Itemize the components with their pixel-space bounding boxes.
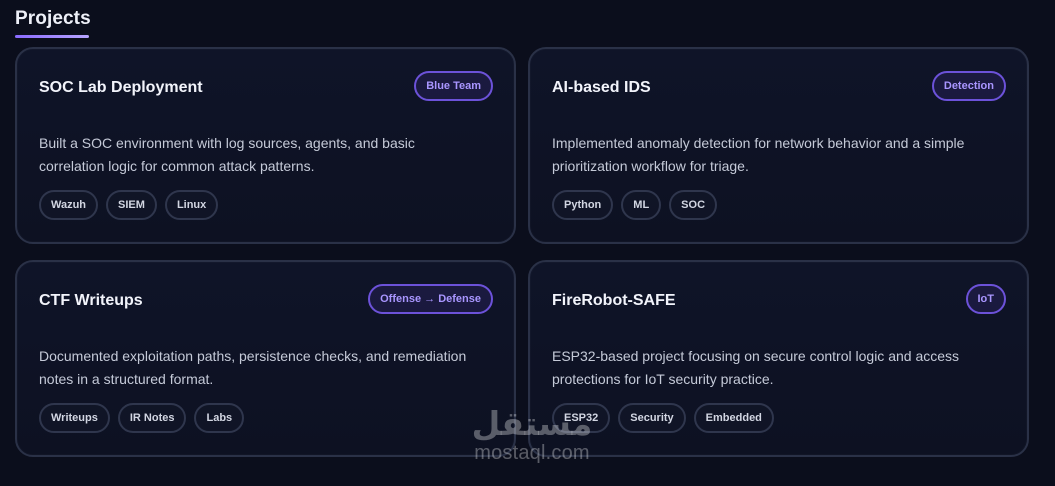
project-badge: Offense → Defense <box>368 284 493 314</box>
tag-writeups: Writeups <box>39 403 110 433</box>
project-description: Documented exploitation paths, persisten… <box>39 348 467 387</box>
tag-siem: SIEM <box>106 190 157 220</box>
tag-embedded: Embedded <box>693 403 774 433</box>
watermark-site-text: mostaql.com <box>474 442 590 464</box>
project-title: SOC Lab Deployment <box>39 79 203 96</box>
section-title: Projects <box>15 8 91 29</box>
project-description: ESP32-based project focusing on secure c… <box>552 348 960 387</box>
tag-ir-notes: IR Notes <box>117 403 187 433</box>
tag-security: Security <box>618 403 686 433</box>
tag-soc: SOC <box>669 190 718 220</box>
project-tags: Wazuh SIEM Linux <box>39 190 219 220</box>
project-title: AI-based IDS <box>552 79 651 96</box>
tag-ml: ML <box>621 190 662 220</box>
project-badge: Blue Team <box>414 71 493 101</box>
mostaql-watermark: مستقل mostaql.com <box>462 404 602 464</box>
project-description: Built a SOC environment with log sources… <box>39 135 415 174</box>
tag-labs: Labs <box>194 403 245 433</box>
project-badge: Detection <box>931 71 1006 101</box>
watermark-logo-text: مستقل <box>471 405 593 442</box>
project-description: Implemented anomaly detection for networ… <box>552 135 965 174</box>
projects-grid: SOC Lab Deployment Blue Team Built a SOC… <box>15 47 1029 457</box>
project-card-ctf-writeups[interactable]: CTF Writeups Offense → Defense Documente… <box>15 260 516 457</box>
project-tags: Python ML SOC <box>552 190 718 220</box>
tag-wazuh: Wazuh <box>39 190 99 220</box>
project-card-ai-based-ids[interactable]: AI-based IDS Detection Implemented anoma… <box>528 47 1029 244</box>
project-card-firerobot-safe[interactable]: FireRobot-SAFE IoT ESP32-based project f… <box>528 260 1029 457</box>
projects-section-header: Projects <box>15 8 91 38</box>
section-title-underline <box>15 35 89 38</box>
project-card-soc-lab-deployment[interactable]: SOC Lab Deployment Blue Team Built a SOC… <box>15 47 516 244</box>
project-badge: IoT <box>965 284 1006 314</box>
project-title: CTF Writeups <box>39 292 143 309</box>
project-tags: Writeups IR Notes Labs <box>39 403 245 433</box>
project-title: FireRobot-SAFE <box>552 292 676 309</box>
tag-linux: Linux <box>164 190 219 220</box>
tag-python: Python <box>552 190 614 220</box>
